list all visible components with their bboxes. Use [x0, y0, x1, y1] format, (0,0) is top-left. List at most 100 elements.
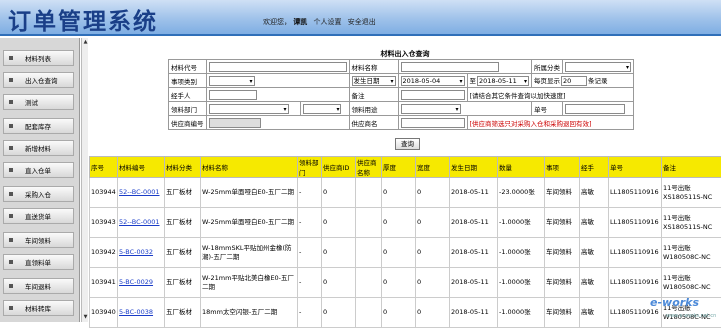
date-from-input[interactable]: 2018-05-04: [401, 76, 465, 86]
supplier-hint: [供应商筛选只对采购入仓和采购退回有效]: [467, 116, 634, 130]
sidebar-item-material-list[interactable]: 材料列表: [3, 50, 74, 66]
scroll-down-icon[interactable]: ▼: [82, 314, 89, 320]
table-cell: -1.0000张: [498, 208, 545, 238]
sidebar-scrollbar[interactable]: ▲ ▼: [81, 38, 88, 322]
table-row: 103943 52--BC-0001 五厂板材 W-25mm单面哑白E0-五厂二…: [90, 208, 721, 238]
sidebar-item-direct-in[interactable]: 直入仓单: [3, 162, 74, 178]
welcome-text: 欢迎您，: [263, 18, 291, 26]
sidebar-item-label: 出入仓查询: [25, 75, 58, 85]
date-to-input[interactable]: 2018-05-11: [477, 76, 529, 86]
table-cell: W-25mm单面哑白E0-五厂二期: [201, 208, 298, 238]
sidebar-item-kit-stock[interactable]: 配套库存: [3, 118, 74, 134]
sidebar-item-direct-delivery[interactable]: 直送货单: [3, 208, 74, 224]
table-cell: 5-BC-0032: [118, 238, 165, 268]
col-header: 序号: [90, 157, 118, 178]
table-cell: 11号出账XS180511S-NC: [662, 178, 721, 208]
material-code-link[interactable]: 5-BC-0038: [119, 308, 153, 316]
search-button[interactable]: 查询: [395, 138, 420, 150]
col-header: 数量: [498, 157, 545, 178]
dept-select[interactable]: [209, 104, 289, 114]
logout-link[interactable]: 安全退出: [348, 18, 376, 26]
usage-label: 领料用途: [349, 102, 398, 116]
sidebar-item-new-material[interactable]: 新增材料: [3, 140, 74, 156]
material-code-link[interactable]: 5-BC-0032: [119, 248, 153, 256]
table-cell: 车间领料: [545, 208, 580, 238]
table-cell: 高敏: [580, 298, 609, 328]
material-code-link[interactable]: 52--BC-0001: [119, 218, 160, 226]
date-field-select[interactable]: 发生日期: [352, 76, 396, 86]
col-header: 单号: [609, 157, 662, 178]
table-cell: -1.0000张: [498, 298, 545, 328]
table-cell: 2018-05-11: [450, 268, 498, 298]
supplier-code-input[interactable]: [209, 118, 261, 128]
table-cell: 2018-05-11: [450, 178, 498, 208]
material-name-input[interactable]: [401, 62, 499, 72]
material-code-link[interactable]: 52--BC-0001: [119, 188, 160, 196]
table-cell: 高敏: [580, 208, 609, 238]
col-header: 厚度: [382, 157, 416, 178]
table-cell: 0: [416, 298, 450, 328]
table-cell: 2018-05-11: [450, 208, 498, 238]
sidebar-item-label: 车间领料: [25, 235, 51, 245]
handler-label: 经手人: [169, 88, 207, 102]
table-cell: 五厂板材: [165, 178, 201, 208]
table-cell: 0: [382, 178, 416, 208]
watermark-url: www.e-works.net.cn: [666, 313, 716, 319]
page-size-input[interactable]: 20: [561, 76, 587, 86]
sidebar-item-workshop-pick[interactable]: 车间领料: [3, 232, 74, 248]
table-cell: W-21mm平贴北美白橡E0-五厂二期: [201, 268, 298, 298]
table-cell: 11号出账XS180511S-NC: [662, 208, 721, 238]
sidebar-item-direct-pick[interactable]: 直领料单: [3, 254, 74, 270]
supplier-name-label: 供应商名: [349, 116, 398, 130]
table-cell: -: [298, 268, 322, 298]
sidebar-item-label: 直领料单: [25, 257, 51, 267]
material-code-link[interactable]: 5-BC-0029: [119, 278, 153, 286]
table-cell: LL1805110916: [609, 208, 662, 238]
table-cell: 5-BC-0038: [118, 298, 165, 328]
table-cell: 0: [416, 208, 450, 238]
category-label: 所属分类: [532, 60, 563, 74]
page-size-label: 每页显示: [534, 77, 560, 85]
sidebar-item-workshop-return[interactable]: 车间退料: [3, 278, 74, 294]
sidebar-item-label: 直入仓单: [25, 165, 51, 175]
table-cell: 103944: [90, 178, 118, 208]
scroll-up-icon[interactable]: ▲: [82, 39, 89, 45]
table-cell: 103943: [90, 208, 118, 238]
col-header: 事项: [545, 157, 580, 178]
table-cell: LL1805110916: [609, 238, 662, 268]
doc-no-input[interactable]: [565, 104, 625, 114]
col-header: 材料名称: [201, 157, 298, 178]
remark-label: 备注: [349, 88, 398, 102]
table-cell: -: [298, 178, 322, 208]
handler-input[interactable]: [209, 90, 257, 100]
top-banner: 订单管理系统 欢迎您， 谭凯 个人设置 安全退出: [0, 0, 721, 36]
supplier-name-input[interactable]: [401, 118, 465, 128]
sidebar-item-test[interactable]: 测试: [3, 94, 74, 110]
remark-input[interactable]: [401, 90, 465, 100]
col-header: 领料部门: [298, 157, 322, 178]
bullet-icon: [9, 124, 13, 128]
sidebar-item-purchase-in[interactable]: 采购入仓: [3, 186, 74, 202]
dept-sub-select[interactable]: [303, 104, 341, 114]
sidebar-item-label: 材料列表: [25, 53, 51, 63]
personal-settings-link[interactable]: 个人设置: [313, 18, 341, 26]
col-header: 材料编号: [118, 157, 165, 178]
sidebar-item-inout-query[interactable]: 出入仓查询: [3, 72, 74, 88]
sidebar-item-label: 车间退料: [25, 281, 51, 291]
category-select[interactable]: [565, 62, 631, 72]
table-cell: 0: [382, 238, 416, 268]
table-cell: 0: [382, 268, 416, 298]
user-name: 谭凯: [293, 18, 307, 26]
bullet-icon: [9, 238, 13, 242]
event-type-select[interactable]: [209, 76, 255, 86]
table-cell: -: [298, 238, 322, 268]
material-code-input[interactable]: [209, 62, 347, 72]
table-cell: 52--BC-0001: [118, 178, 165, 208]
remark-hint: [请结合其它条件查询以加快速度]: [467, 88, 634, 102]
table-cell: 11号出账W180508C-NC: [662, 268, 721, 298]
sidebar-item-transfer[interactable]: 材料转库: [3, 300, 74, 316]
event-type-label: 事项类别: [169, 74, 207, 88]
table-cell: 2018-05-11: [450, 238, 498, 268]
table-cell: [356, 208, 382, 238]
usage-select[interactable]: [401, 104, 461, 114]
